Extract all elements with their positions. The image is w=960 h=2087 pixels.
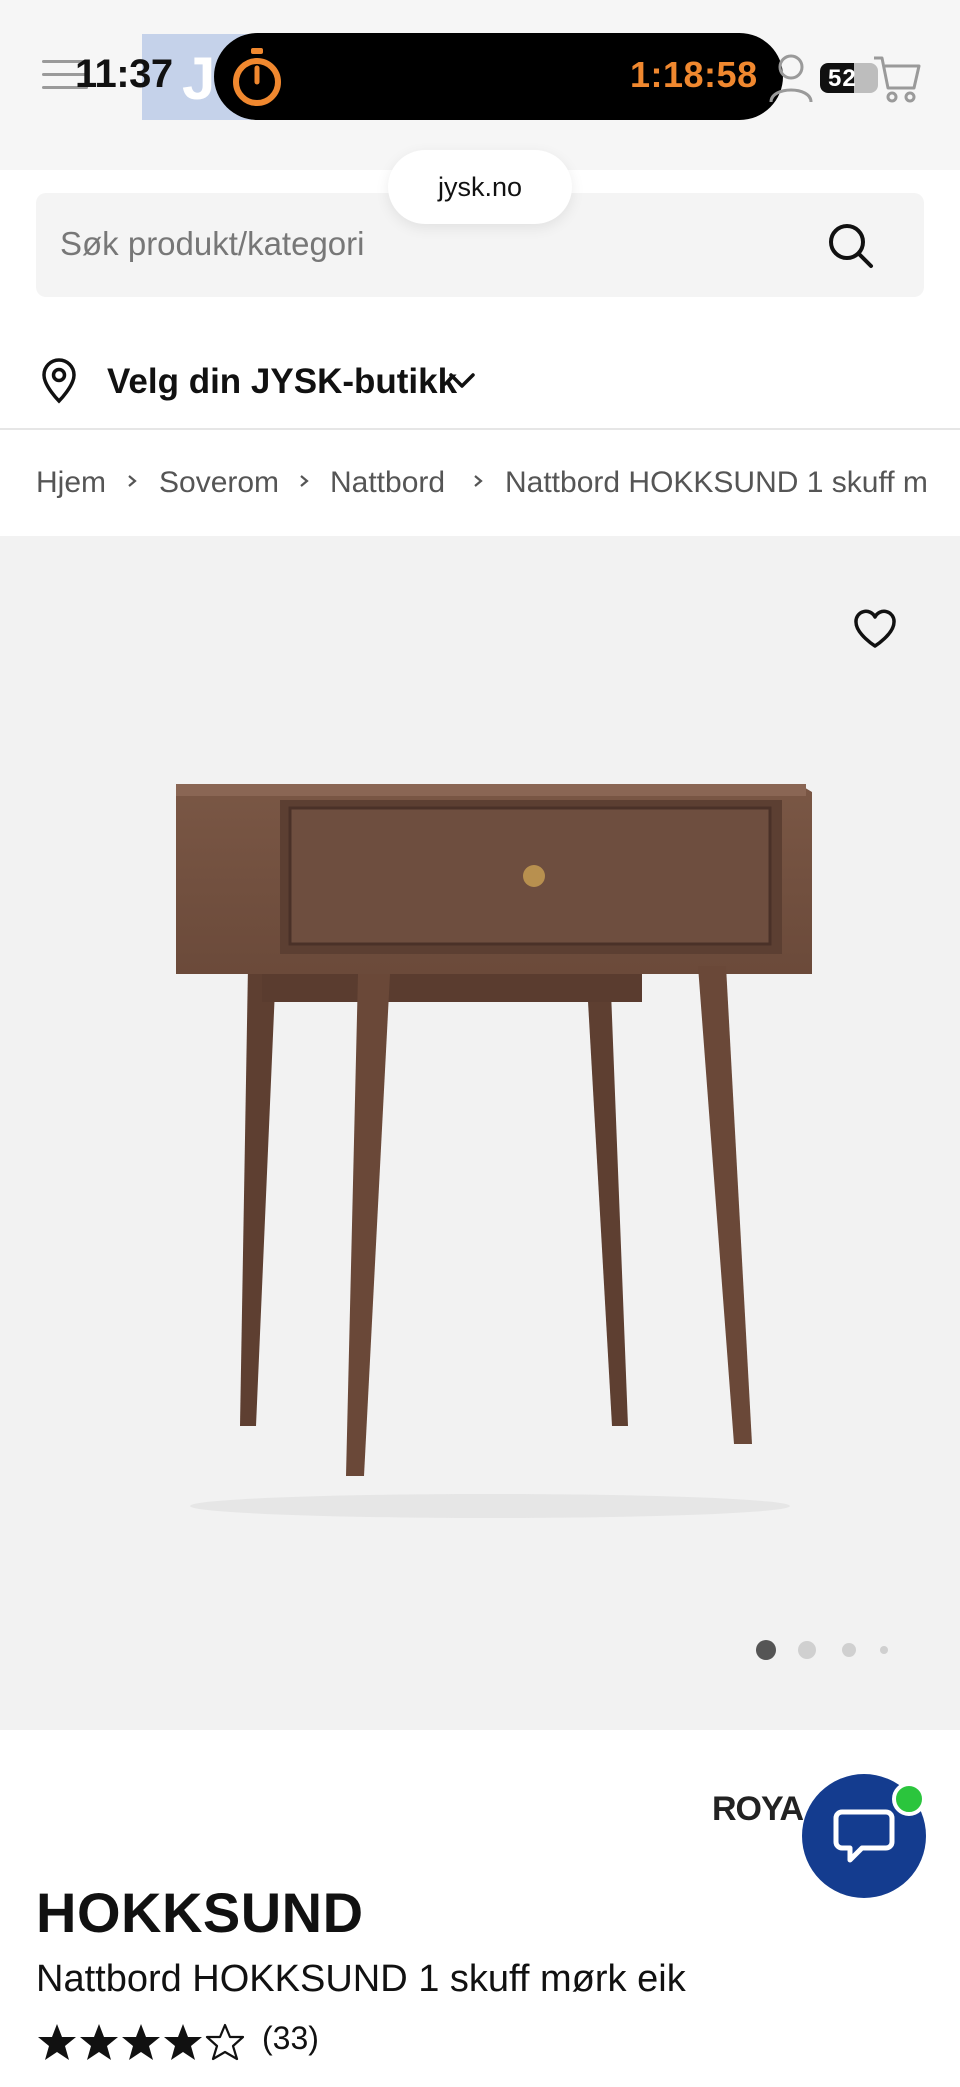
product-page: J 11:37 1:18:58 52 Søk produkt/kategori: [0, 0, 960, 2087]
star-filled-icon: [164, 2024, 202, 2060]
product-image-nightstand: [176, 784, 812, 1518]
store-selector-label: Velg din JYSK-butikk: [107, 362, 458, 401]
product-info: ROYA HOKKSUND Nattbord HOKKSUND 1 skuff …: [0, 1730, 960, 2087]
breadcrumb-item-nattbord[interactable]: Nattbord: [330, 466, 445, 500]
location-pin-icon: [42, 358, 76, 404]
gallery-dot[interactable]: [798, 1641, 816, 1659]
search-placeholder: Søk produkt/kategori: [60, 225, 365, 262]
favorite-heart-icon[interactable]: [852, 608, 898, 650]
breadcrumb-chevron-icon: [474, 475, 483, 487]
chat-bubble-icon: [833, 1809, 895, 1863]
brand-logo: ROYA: [712, 1790, 804, 1828]
status-time: 11:37: [75, 52, 173, 96]
breadcrumb-item-home[interactable]: Hjem: [36, 466, 106, 500]
stopwatch-icon: [233, 48, 281, 106]
user-account-icon[interactable]: [768, 52, 814, 104]
online-status-dot: [892, 1782, 926, 1816]
breadcrumb-item-current: Nattbord HOKKSUND 1 skuff m: [505, 466, 928, 499]
gallery-dot[interactable]: [842, 1643, 856, 1657]
product-name: Nattbord HOKKSUND 1 skuff mørk eik: [36, 1958, 686, 2000]
product-image-gallery[interactable]: [0, 536, 960, 1730]
url-pill[interactable]: jysk.no: [388, 150, 572, 224]
breadcrumb-chevron-icon: [128, 475, 137, 487]
breadcrumb-item-soverom[interactable]: Soverom: [159, 466, 279, 500]
gallery-dot[interactable]: [880, 1646, 888, 1654]
product-brand-title: HOKKSUND: [36, 1881, 364, 1944]
live-activity-timer: 1:18:58: [630, 54, 758, 95]
site-header: J 11:37 1:18:58 52: [0, 0, 960, 170]
star-filled-icon: [122, 2024, 160, 2060]
jysk-logo-letter: J: [182, 45, 216, 112]
star-empty-icon: [205, 2023, 245, 2061]
search-icon[interactable]: [826, 221, 874, 269]
gallery-dot-active[interactable]: [756, 1640, 776, 1660]
star-filled-icon: [38, 2024, 76, 2060]
star-filled-icon: [80, 2024, 118, 2060]
review-count[interactable]: (33): [262, 2020, 319, 2057]
shopping-cart-icon[interactable]: [872, 52, 922, 104]
chevron-down-icon: [449, 373, 475, 388]
status-badge: 52: [820, 63, 878, 93]
breadcrumb: Hjem Soverom Nattbord Nattbord HOKKSUND …: [0, 432, 960, 536]
rating-stars[interactable]: [36, 2022, 246, 2066]
gallery-pagination[interactable]: [756, 1638, 896, 1662]
store-selector[interactable]: Velg din JYSK-butikk: [0, 330, 960, 430]
breadcrumb-chevron-icon: [300, 475, 309, 487]
